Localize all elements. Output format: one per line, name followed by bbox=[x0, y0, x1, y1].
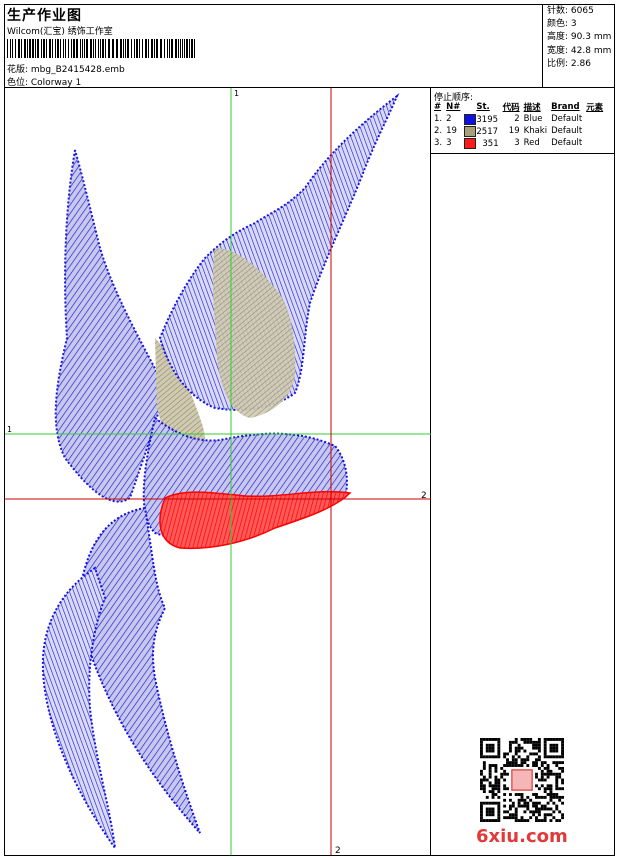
stop-sequence-table: # N# St. 代码 描述 Brand 元素 1. 2 3195 2 Blue De… bbox=[432, 101, 605, 149]
stats-panel: 针数: 6065 颜色: 3 高度: 90.3 mm 宽度: 42.8 mm 比… bbox=[547, 5, 611, 71]
red-breast bbox=[159, 490, 352, 550]
guide-label-red-v: 2 bbox=[335, 846, 341, 855]
qr-code bbox=[480, 738, 564, 822]
color-swatch bbox=[464, 125, 477, 137]
page-title: 生产作业图 bbox=[7, 8, 82, 24]
stop-table-divider bbox=[430, 153, 615, 154]
stats-divider bbox=[542, 4, 543, 88]
design-file: 花版: mbg_B2415428.emb bbox=[7, 65, 125, 75]
stat-colors: 颜色: 3 bbox=[547, 19, 577, 30]
table-row: 1. 2 3195 2 Blue Default bbox=[434, 113, 583, 125]
color-swatch bbox=[464, 137, 477, 149]
stat-scale: 比例: 2.86 bbox=[547, 58, 591, 69]
color-swatch bbox=[464, 113, 477, 125]
stat-stitches: 针数: 6065 bbox=[547, 6, 594, 16]
guide-label-green-h: 1 bbox=[7, 425, 12, 434]
guide-label-red-h: 2 bbox=[421, 491, 427, 501]
colorway: 色位: Colorway 1 bbox=[7, 78, 82, 88]
barcode bbox=[7, 39, 195, 58]
stat-height: 高度: 90.3 mm bbox=[547, 32, 612, 43]
watermark: 6xiu.com bbox=[476, 826, 568, 847]
table-row: 3. 3 351 3 Red Default bbox=[434, 137, 583, 149]
table-header-row: # N# St. 代码 描述 Brand 元素 bbox=[434, 102, 604, 113]
stat-width: 宽度: 42.8 mm bbox=[547, 45, 612, 56]
embroidery-preview: 1 1 2 2 bbox=[5, 88, 431, 855]
table-row: 2. 19 2517 19 Khaki Default bbox=[434, 125, 583, 137]
guide-label-green-v: 1 bbox=[234, 89, 239, 98]
company-name: Wilcom(汇宝) 绣饰工作室 bbox=[7, 27, 113, 37]
